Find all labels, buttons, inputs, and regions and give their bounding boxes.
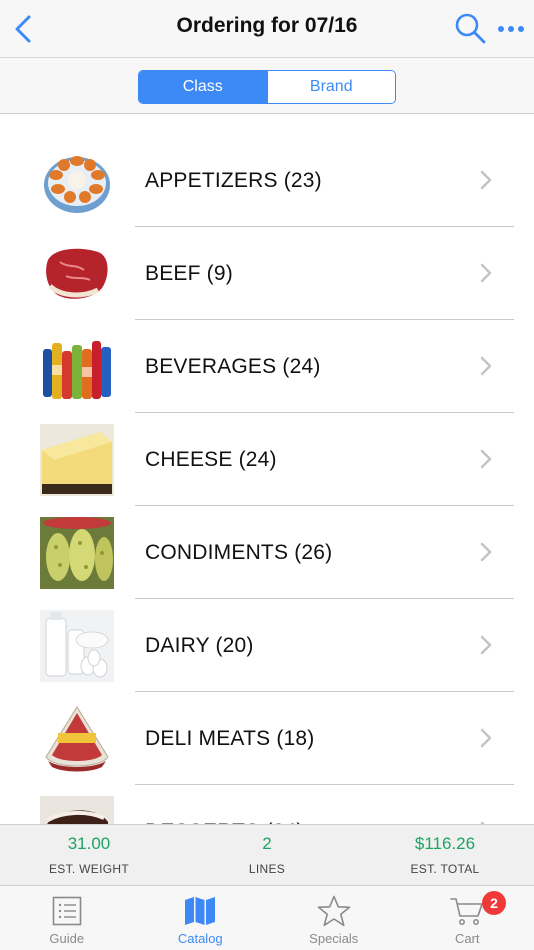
cart-icon <box>450 895 484 927</box>
category-row-appetizers[interactable]: APPETIZERS (23) <box>0 134 534 227</box>
segment-brand[interactable]: Brand <box>266 71 395 103</box>
est-weight-value: 31.00 <box>67 834 111 853</box>
category-row-dairy[interactable]: DAIRY (20) <box>0 599 534 692</box>
deli-meats-image <box>40 703 114 775</box>
est-total-summary: $116.26 EST. TOTAL <box>356 825 534 885</box>
bottom-tab-bar: Guide Catalog Specials Cart <box>0 886 534 950</box>
category-label: CONDIMENTS (26) <box>145 540 333 564</box>
desserts-image <box>40 796 114 824</box>
est-weight-summary: 31.00 EST. WEIGHT <box>0 825 178 885</box>
tab-guide-label: Guide <box>49 931 85 946</box>
lines-label: LINES <box>248 862 286 876</box>
category-label: DESSERTS (24) <box>145 785 304 825</box>
search-icon <box>455 13 486 44</box>
beef-image <box>40 238 114 310</box>
category-label: CHEESE (24) <box>145 447 277 471</box>
list-icon <box>50 895 84 927</box>
category-label: DAIRY (20) <box>145 633 254 657</box>
category-row-cheese[interactable]: CHEESE (24) <box>0 413 534 506</box>
condiments-image <box>40 517 114 589</box>
tab-catalog[interactable]: Catalog <box>134 886 268 950</box>
est-total-label: EST. TOTAL <box>410 862 480 876</box>
category-list: APPETIZERS (23) BEEF (9) BEVERAGES (24) … <box>0 114 534 824</box>
appetizers-image <box>40 145 114 217</box>
est-total-value: $116.26 <box>414 834 476 853</box>
cheese-image <box>40 424 114 496</box>
header-bar: Ordering for 07/16 <box>0 0 534 58</box>
tab-cart[interactable]: Cart <box>401 886 534 950</box>
lines-value: 2 <box>262 834 272 853</box>
cart-count-badge: 2 <box>482 891 506 915</box>
tab-specials-label: Specials <box>309 931 359 946</box>
segment-class[interactable]: Class <box>139 71 267 103</box>
tab-catalog-label: Catalog <box>177 931 223 946</box>
chevron-right-icon <box>480 449 492 469</box>
map-icon <box>183 895 217 927</box>
category-label: DELI MEATS (18) <box>145 726 315 750</box>
category-row-beverages[interactable]: BEVERAGES (24) <box>0 320 534 413</box>
chevron-right-icon <box>480 263 492 283</box>
chevron-right-icon <box>480 170 492 190</box>
category-row-desserts[interactable]: DESSERTS (24) <box>0 785 534 824</box>
category-row-deli-meats[interactable]: DELI MEATS (18) <box>0 692 534 785</box>
tab-specials[interactable]: Specials <box>267 886 401 950</box>
segment-bar: Class Brand <box>0 58 534 114</box>
chevron-right-icon <box>480 635 492 655</box>
more-button[interactable] <box>494 12 528 46</box>
star-icon <box>317 895 351 927</box>
category-label: APPETIZERS (23) <box>145 168 322 192</box>
beverages-image <box>40 331 114 403</box>
category-row-condiments[interactable]: CONDIMENTS (26) <box>0 506 534 599</box>
category-label: BEVERAGES (24) <box>145 354 321 378</box>
lines-summary: 2 LINES <box>178 825 356 885</box>
class-brand-segmented-control: Class Brand <box>138 70 396 104</box>
search-button[interactable] <box>452 10 488 46</box>
tab-cart-label: Cart <box>454 931 480 946</box>
est-weight-label: EST. WEIGHT <box>49 862 129 876</box>
category-label: BEEF (9) <box>145 261 233 285</box>
chevron-right-icon <box>480 728 492 748</box>
chevron-right-icon <box>480 542 492 562</box>
category-row-beef[interactable]: BEEF (9) <box>0 227 534 320</box>
dairy-image <box>40 610 114 682</box>
tab-guide[interactable]: Guide <box>0 886 134 950</box>
more-horizontal-icon <box>498 26 524 32</box>
chevron-right-icon <box>480 356 492 376</box>
order-summary-bar: 31.00 EST. WEIGHT 2 LINES $116.26 EST. T… <box>0 824 534 886</box>
